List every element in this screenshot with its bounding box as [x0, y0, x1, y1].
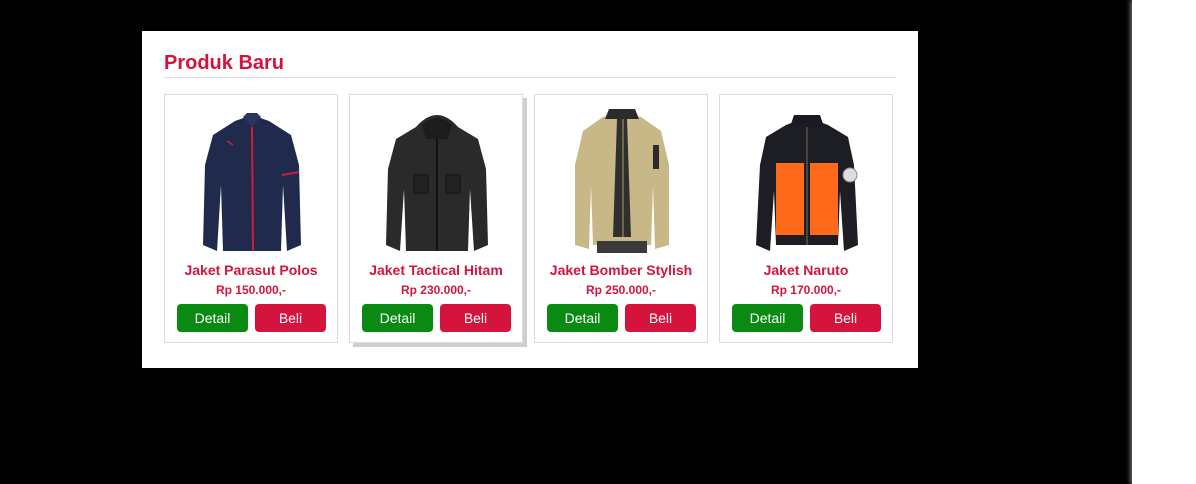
product-image: [557, 105, 687, 257]
product-name: Jaket Naruto: [763, 262, 849, 278]
product-image: [742, 105, 872, 257]
buy-button[interactable]: Beli: [810, 304, 881, 332]
product-card: Jaket Naruto Rp 170.000,- Detail Beli: [719, 94, 893, 343]
product-price: Rp 170.000,-: [770, 283, 842, 297]
buy-button[interactable]: Beli: [440, 304, 511, 332]
title-divider: [164, 77, 896, 78]
black-tactical-hooded-jacket-image: [386, 115, 488, 251]
buy-button[interactable]: Beli: [255, 304, 326, 332]
khaki-bomber-jacket-image: [575, 109, 669, 253]
detail-button[interactable]: Detail: [732, 304, 803, 332]
buy-button[interactable]: Beli: [625, 304, 696, 332]
product-name: Jaket Tactical Hitam: [369, 262, 503, 278]
orange-black-naruto-jacket-image: [756, 115, 858, 251]
product-card: Jaket Parasut Polos Rp 150.000,- Detail …: [164, 94, 338, 343]
detail-button[interactable]: Detail: [547, 304, 618, 332]
product-image: [187, 105, 317, 257]
product-price: Rp 230.000,-: [400, 283, 472, 297]
product-image: [372, 105, 502, 257]
detail-button[interactable]: Detail: [362, 304, 433, 332]
product-card: Jaket Tactical Hitam Rp 230.000,- Detail…: [349, 94, 523, 343]
section-title: Produk Baru: [164, 52, 285, 74]
new-products-panel: Produk Baru Jaket Parasut Polos Rp 150.0…: [142, 31, 918, 368]
product-card: Jaket Bomber Stylish Rp 250.000,- Detail…: [534, 94, 708, 343]
product-name: Jaket Bomber Stylish: [549, 262, 693, 278]
navy-windbreaker-jacket-image: [203, 113, 301, 252]
product-name: Jaket Parasut Polos: [184, 262, 318, 278]
detail-button[interactable]: Detail: [177, 304, 248, 332]
product-price: Rp 150.000,-: [215, 283, 287, 297]
product-price: Rp 250.000,-: [585, 283, 657, 297]
right-margin: [1132, 0, 1196, 484]
